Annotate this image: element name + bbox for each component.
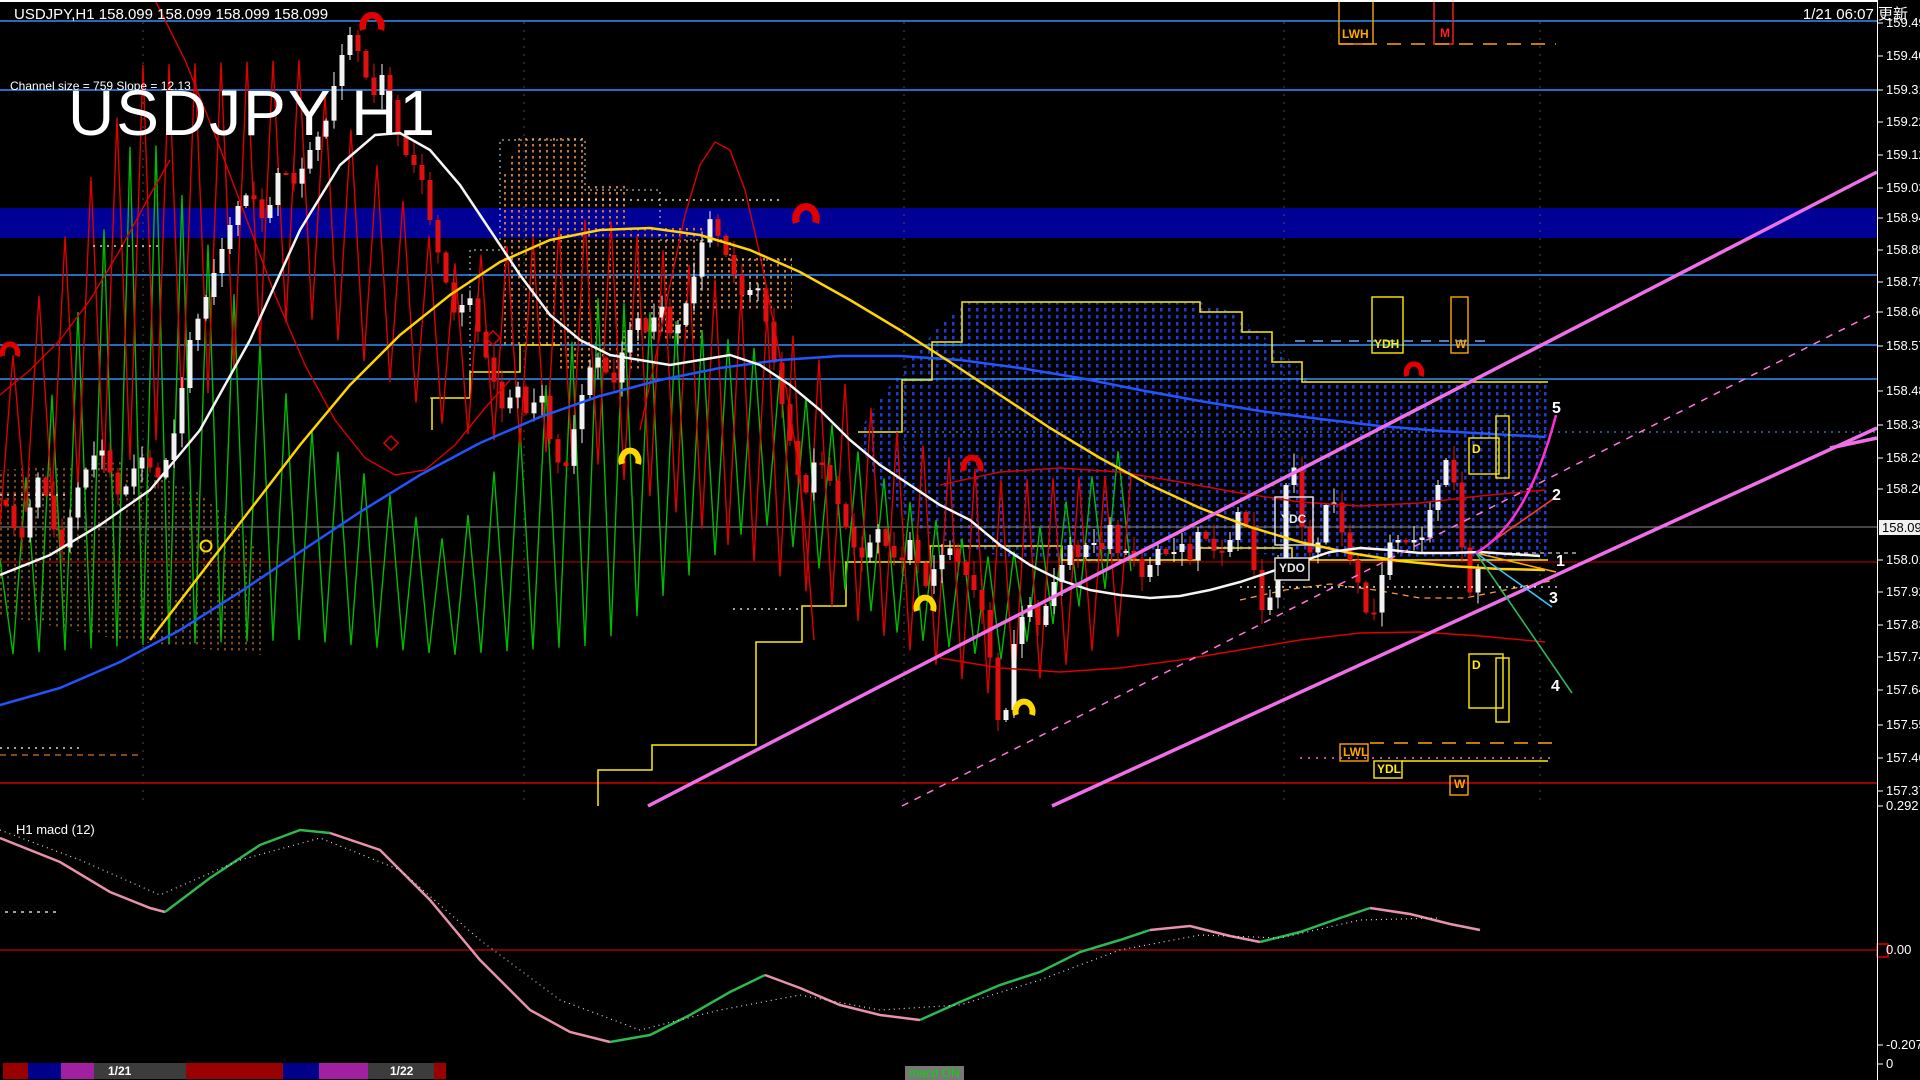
day-label: 1/22	[390, 1064, 414, 1078]
axis-price-label: 159.125	[1886, 147, 1920, 162]
marker-label-w: W	[1455, 337, 1467, 351]
chart-canvas[interactable]	[0, 0, 1920, 1080]
timeline-bar-segment	[28, 1063, 61, 1079]
axis-price-label: 158.480	[1886, 383, 1920, 398]
timeline-bar-segment	[186, 1063, 283, 1079]
chart-title: USDJPY,H1 158.099 158.099 158.099 158.09…	[14, 6, 329, 23]
price-axis-line	[1877, 0, 1878, 1080]
axis-price-label: 158.755	[1886, 274, 1920, 289]
axis-price-label: 158.385	[1886, 417, 1920, 432]
marker-label-d: D	[1472, 442, 1481, 456]
axis-price-label: 159.035	[1886, 180, 1920, 195]
timeline-bar-segment	[319, 1063, 368, 1079]
axis-price-label: 159.310	[1886, 82, 1920, 97]
timeline-bar-segment	[61, 1063, 94, 1079]
axis-price-label: 0	[1886, 1056, 1894, 1071]
scroll-separator-bottom	[0, 0, 1877, 1]
axis-price-label: 0.292	[1886, 798, 1919, 813]
axis-price-label: 157.555	[1886, 717, 1920, 732]
wave-count-label: 2	[1552, 487, 1561, 504]
horseshoe-icon	[1403, 361, 1425, 377]
marker-label-m: M	[1440, 26, 1450, 40]
marker-label-ydo: YDO	[1279, 561, 1306, 575]
axis-price-label: 157.460	[1886, 750, 1920, 765]
axis-price-label: 157.830	[1886, 617, 1920, 632]
timeline-bar-segment	[3, 1063, 28, 1079]
axis-price-label: 159.405	[1886, 48, 1920, 63]
timeline-bar-segment	[434, 1063, 446, 1079]
axis-price-label: 158.200	[1886, 481, 1920, 496]
marker-label-lwh: LWH	[1342, 27, 1369, 41]
marker-label-lwl: LWL	[1343, 745, 1369, 759]
macd-pane-label: H1 macd (12)	[16, 822, 95, 837]
axis-price-label: 158.295	[1886, 450, 1920, 465]
horseshoe-icon	[359, 11, 385, 31]
axis-price-label: -0.207	[1886, 1037, 1920, 1052]
axis-price-label: 157.740	[1886, 649, 1920, 664]
diamond-marker	[382, 434, 400, 452]
day-label: 1/21	[108, 1064, 132, 1078]
trading-chart-window: USDJPY,H1 158.099 158.099 158.099 158.09…	[0, 0, 1920, 1080]
axis-price-label: 159.495	[1886, 15, 1920, 30]
wave-count-label: 5	[1552, 400, 1561, 417]
marker-label-ydc: YDC	[1281, 512, 1307, 526]
axis-price-label: 159.220	[1886, 114, 1920, 129]
axis-price-label: 158.015	[1886, 552, 1920, 567]
axis-price-label: 157.645	[1886, 682, 1920, 697]
wave-count-label: 4	[1551, 678, 1560, 695]
horseshoe-icon	[913, 594, 937, 612]
macd-lines	[0, 828, 1877, 1044]
wave-count-label: 1	[1556, 553, 1565, 570]
axis-price-label: 157.925	[1886, 584, 1920, 599]
timeline-bar-segment	[283, 1063, 319, 1079]
marker-label-d: D	[1472, 658, 1481, 672]
wave-count-label: 3	[1549, 590, 1558, 607]
axis-price-label: 157.370	[1886, 783, 1920, 798]
trend-lines	[647, 170, 1878, 808]
marker-label-ydl: YDL	[1377, 762, 1401, 776]
macd-toggle-badge[interactable]: macd ON	[905, 1066, 964, 1080]
axis-price-label: 158.570	[1886, 338, 1920, 353]
axis-price-label: 158.940	[1886, 210, 1920, 225]
marker-label-w: W	[1454, 777, 1466, 791]
horseshoe-icon	[0, 341, 21, 357]
marker-label-ydh: YDH	[1374, 337, 1400, 351]
horseshoe-icon	[1012, 698, 1036, 716]
channel-info-label: Channel size = 759 Slope = 12.13	[10, 79, 191, 93]
axis-price-label: 158.850	[1886, 242, 1920, 257]
current-price-box: 158.099	[1879, 520, 1920, 535]
axis-price-label: 158.665	[1886, 304, 1920, 319]
axis-price-label: 0.00	[1886, 942, 1912, 957]
